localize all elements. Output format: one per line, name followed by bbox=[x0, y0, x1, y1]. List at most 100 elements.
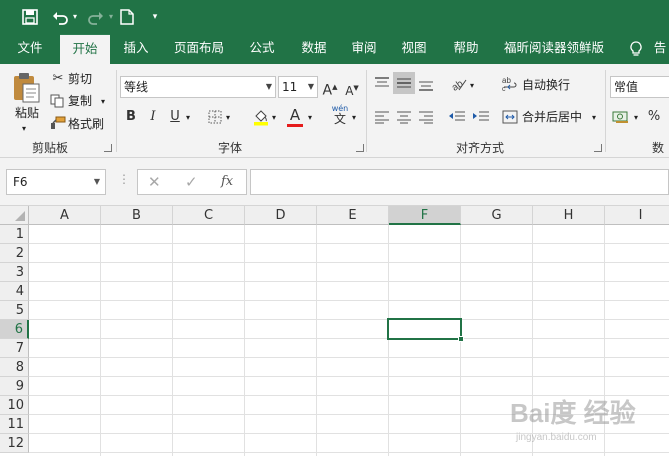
font-launcher-icon[interactable] bbox=[356, 144, 364, 152]
alignment-launcher-icon[interactable] bbox=[594, 144, 602, 152]
font-color-icon[interactable]: A bbox=[286, 106, 304, 124]
font-size-select[interactable]: 11 ▼ bbox=[278, 76, 318, 98]
font-color-dropdown-icon[interactable]: ▾ bbox=[308, 109, 312, 127]
new-file-icon[interactable] bbox=[118, 7, 136, 27]
bottom-align-icon[interactable] bbox=[418, 76, 434, 95]
enter-icon[interactable]: ✓ bbox=[185, 172, 198, 192]
row-header-4[interactable]: 4 bbox=[0, 282, 29, 301]
copy-dropdown-icon[interactable]: ▾ bbox=[101, 93, 105, 111]
underline-dropdown-icon[interactable]: ▾ bbox=[186, 109, 190, 127]
scissors-icon[interactable]: ✂ bbox=[50, 70, 66, 88]
row-header-6[interactable]: 6 bbox=[0, 320, 29, 339]
merge-center-icon[interactable] bbox=[502, 109, 518, 128]
svg-text:ab: ab bbox=[502, 76, 511, 85]
bold-button[interactable]: B bbox=[124, 108, 138, 126]
formula-bar-grip-icon[interactable]: ⋮ bbox=[118, 172, 130, 186]
tab-file[interactable]: 文件 bbox=[8, 34, 52, 64]
paste-icon[interactable] bbox=[12, 72, 42, 107]
cancel-icon[interactable]: ✕ bbox=[148, 172, 161, 192]
redo-icon[interactable] bbox=[86, 7, 106, 27]
undo-dropdown-icon[interactable]: ▾ bbox=[70, 7, 80, 27]
tab-formulas[interactable]: 公式 bbox=[240, 34, 284, 64]
underline-button[interactable]: U bbox=[168, 108, 182, 126]
column-header-e[interactable]: E bbox=[317, 206, 389, 225]
fill-color-icon[interactable] bbox=[252, 108, 270, 129]
select-all-button[interactable] bbox=[0, 206, 29, 225]
merge-center-button[interactable]: 合并后居中 bbox=[522, 108, 582, 126]
tab-review[interactable]: 审阅 bbox=[342, 34, 386, 64]
top-align-icon[interactable] bbox=[374, 76, 390, 95]
column-header-h[interactable]: H bbox=[533, 206, 605, 225]
row-header-7[interactable]: 7 bbox=[0, 339, 29, 358]
phonetic-dropdown-icon[interactable]: ▾ bbox=[352, 109, 356, 127]
accounting-format-icon[interactable] bbox=[612, 110, 630, 127]
phonetic-guide-icon[interactable]: wén 文 bbox=[330, 104, 350, 126]
column-header-g[interactable]: G bbox=[461, 206, 533, 225]
format-painter-button[interactable]: 格式刷 bbox=[68, 115, 104, 133]
grid-line bbox=[29, 281, 669, 282]
fill-color-dropdown-icon[interactable]: ▾ bbox=[272, 109, 276, 127]
redo-dropdown-icon[interactable]: ▾ bbox=[106, 7, 116, 27]
accounting-dropdown-icon[interactable]: ▾ bbox=[634, 109, 638, 127]
wrap-text-icon[interactable]: ab c bbox=[502, 76, 518, 95]
font-name-select[interactable]: 等线 ▼ bbox=[120, 76, 276, 98]
row-header-3[interactable]: 3 bbox=[0, 263, 29, 282]
customize-icon[interactable]: ▾ bbox=[148, 7, 162, 27]
wrap-text-button[interactable]: 自动换行 bbox=[522, 76, 570, 94]
row-header-11[interactable]: 11 bbox=[0, 415, 29, 434]
row-header-8[interactable]: 8 bbox=[0, 358, 29, 377]
column-header-a[interactable]: A bbox=[29, 206, 101, 225]
column-header-c[interactable]: C bbox=[173, 206, 245, 225]
align-right-icon[interactable] bbox=[418, 110, 434, 127]
grid-line bbox=[244, 225, 245, 456]
column-header-f[interactable]: F bbox=[389, 206, 461, 225]
format-painter-icon[interactable] bbox=[50, 116, 66, 133]
align-left-icon[interactable] bbox=[374, 110, 390, 127]
middle-align-icon[interactable] bbox=[393, 72, 415, 94]
active-cell-f6[interactable] bbox=[387, 318, 464, 342]
row-header-9[interactable]: 9 bbox=[0, 377, 29, 396]
column-header-b[interactable]: B bbox=[101, 206, 173, 225]
column-header-i[interactable]: I bbox=[605, 206, 669, 225]
tab-page-layout[interactable]: 页面布局 bbox=[166, 34, 232, 64]
row-header-10[interactable]: 10 bbox=[0, 396, 29, 415]
orientation-icon[interactable]: ab bbox=[450, 76, 468, 95]
borders-icon[interactable] bbox=[208, 110, 222, 127]
shrink-font-icon[interactable]: A▼ bbox=[344, 79, 360, 100]
merge-dropdown-icon[interactable]: ▾ bbox=[592, 109, 596, 127]
copy-button[interactable]: 复制 bbox=[68, 92, 92, 110]
tab-foxit-reader[interactable]: 福昕阅读器领鲜版 bbox=[496, 34, 612, 64]
increase-indent-icon[interactable] bbox=[472, 110, 490, 127]
undo-icon[interactable] bbox=[50, 7, 70, 27]
italic-button[interactable]: I bbox=[146, 108, 160, 126]
formula-input[interactable] bbox=[250, 169, 669, 195]
orientation-dropdown-icon[interactable]: ▾ bbox=[470, 77, 474, 95]
row-header-1[interactable]: 1 bbox=[0, 225, 29, 244]
tab-tell-me[interactable]: 告 bbox=[650, 34, 669, 64]
percent-button[interactable]: % bbox=[646, 108, 662, 126]
lightbulb-icon[interactable] bbox=[630, 41, 642, 56]
paste-button[interactable]: 粘贴 bbox=[12, 104, 42, 122]
tab-home[interactable]: 开始 bbox=[60, 34, 110, 64]
grow-font-icon[interactable]: A▲ bbox=[322, 78, 338, 100]
clipboard-launcher-icon[interactable] bbox=[104, 144, 112, 152]
number-format-select[interactable]: 常值 bbox=[610, 76, 669, 98]
paste-dropdown-icon[interactable]: ▾ bbox=[22, 120, 26, 138]
fill-handle[interactable] bbox=[458, 336, 464, 342]
tab-insert[interactable]: 插入 bbox=[114, 34, 158, 64]
tab-data[interactable]: 数据 bbox=[292, 34, 336, 64]
tab-help[interactable]: 帮助 bbox=[444, 34, 488, 64]
name-box[interactable]: F6 ▼ bbox=[6, 169, 106, 195]
row-header-12[interactable]: 12 bbox=[0, 434, 29, 453]
borders-dropdown-icon[interactable]: ▾ bbox=[226, 109, 230, 127]
cut-button[interactable]: 剪切 bbox=[68, 70, 92, 88]
insert-function-icon[interactable]: fx bbox=[221, 172, 233, 192]
row-header-2[interactable]: 2 bbox=[0, 244, 29, 263]
decrease-indent-icon[interactable] bbox=[448, 110, 466, 127]
align-center-icon[interactable] bbox=[396, 110, 412, 127]
row-header-5[interactable]: 5 bbox=[0, 301, 29, 320]
save-icon[interactable] bbox=[20, 7, 40, 27]
copy-icon[interactable] bbox=[50, 94, 64, 111]
column-header-d[interactable]: D bbox=[245, 206, 317, 225]
tab-view[interactable]: 视图 bbox=[392, 34, 436, 64]
